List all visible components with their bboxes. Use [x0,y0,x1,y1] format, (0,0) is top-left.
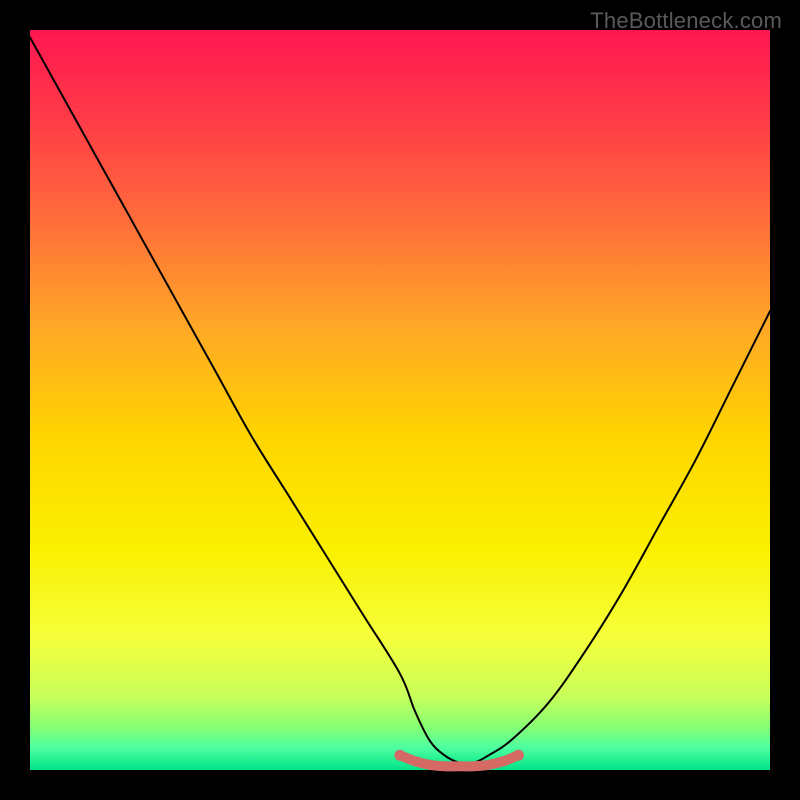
bottleneck-chart [0,0,800,800]
gradient-background [30,30,770,770]
optimal-band-end-marker [513,750,524,761]
watermark-text: TheBottleneck.com [590,8,782,34]
chart-svg [0,0,800,800]
optimal-band-end-marker [395,750,406,761]
